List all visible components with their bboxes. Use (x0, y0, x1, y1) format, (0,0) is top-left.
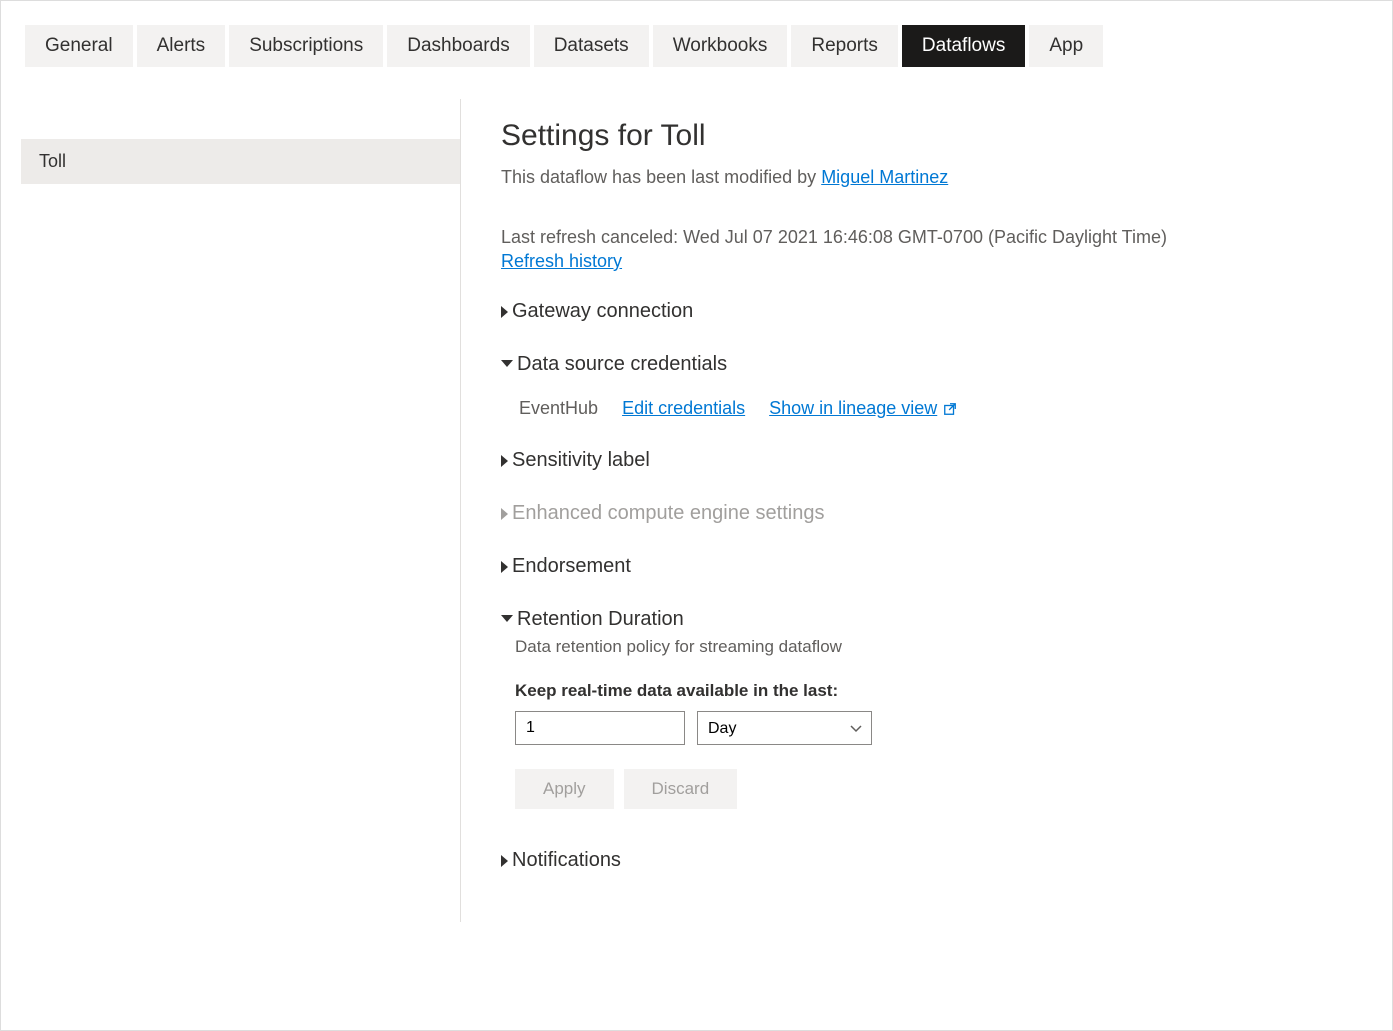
tabs-bar: General Alerts Subscriptions Dashboards … (1, 1, 1392, 67)
section-notifications-title: Notifications (512, 849, 621, 872)
section-sensitivity-header[interactable]: Sensitivity label (501, 449, 1352, 472)
apply-button[interactable]: Apply (515, 769, 614, 809)
tab-dashboards[interactable]: Dashboards (387, 25, 529, 67)
section-gateway-header[interactable]: Gateway connection (501, 300, 1352, 323)
section-credentials-title: Data source credentials (517, 353, 727, 376)
section-compute: Enhanced compute engine settings (501, 502, 1352, 525)
tab-reports[interactable]: Reports (791, 25, 898, 67)
section-retention-title: Retention Duration (517, 608, 684, 631)
retention-unit-select[interactable]: Day (697, 711, 872, 745)
last-refresh-line: Last refresh canceled: Wed Jul 07 2021 1… (501, 224, 1352, 251)
tab-general[interactable]: General (25, 25, 133, 67)
section-gateway-title: Gateway connection (512, 300, 693, 323)
section-compute-title: Enhanced compute engine settings (512, 502, 824, 525)
show-lineage-label: Show in lineage view (769, 398, 937, 419)
tab-alerts[interactable]: Alerts (137, 25, 226, 67)
retention-description: Data retention policy for streaming data… (515, 637, 1352, 657)
tab-workbooks[interactable]: Workbooks (653, 25, 788, 67)
modified-prefix: This dataflow has been last modified by (501, 167, 821, 187)
caret-right-icon (501, 455, 508, 467)
tab-datasets[interactable]: Datasets (534, 25, 649, 67)
content-area: Toll Settings for Toll This dataflow has… (1, 99, 1392, 922)
caret-down-icon (501, 360, 513, 367)
sidebar: Toll (1, 99, 461, 922)
section-credentials: Data source credentials EventHub Edit cr… (501, 353, 1352, 419)
section-endorsement: Endorsement (501, 555, 1352, 578)
page-title: Settings for Toll (501, 119, 1352, 153)
retention-field-label: Keep real-time data available in the las… (515, 681, 1352, 701)
section-endorsement-title: Endorsement (512, 555, 631, 578)
caret-right-icon (501, 855, 508, 867)
caret-right-icon (501, 561, 508, 573)
retention-body: Keep real-time data available in the las… (515, 681, 1352, 809)
modified-by-line: This dataflow has been last modified by … (501, 167, 1352, 188)
caret-right-icon (501, 508, 508, 520)
show-lineage-link[interactable]: Show in lineage view (769, 398, 957, 419)
section-gateway: Gateway connection (501, 300, 1352, 323)
section-notifications: Notifications (501, 849, 1352, 872)
section-retention: Retention Duration Data retention policy… (501, 608, 1352, 809)
tab-app[interactable]: App (1029, 25, 1103, 67)
section-credentials-header[interactable]: Data source credentials (501, 353, 1352, 376)
section-notifications-header[interactable]: Notifications (501, 849, 1352, 872)
caret-down-icon (501, 615, 513, 622)
tab-subscriptions[interactable]: Subscriptions (229, 25, 383, 67)
retention-duration-input[interactable] (515, 711, 685, 745)
tab-dataflows[interactable]: Dataflows (902, 25, 1025, 67)
section-endorsement-header[interactable]: Endorsement (501, 555, 1352, 578)
edit-credentials-link[interactable]: Edit credentials (622, 398, 745, 419)
discard-button[interactable]: Discard (624, 769, 738, 809)
section-credentials-body: EventHub Edit credentials Show in lineag… (519, 398, 1352, 419)
section-compute-header: Enhanced compute engine settings (501, 502, 1352, 525)
section-retention-header[interactable]: Retention Duration (501, 608, 1352, 631)
section-sensitivity: Sensitivity label (501, 449, 1352, 472)
credential-source-name: EventHub (519, 398, 598, 419)
refresh-history-link[interactable]: Refresh history (501, 251, 622, 271)
section-sensitivity-title: Sensitivity label (512, 449, 650, 472)
sidebar-item-toll[interactable]: Toll (21, 139, 460, 184)
main-panel: Settings for Toll This dataflow has been… (461, 99, 1392, 922)
settings-sections: Gateway connection Data source credentia… (501, 300, 1352, 872)
caret-right-icon (501, 306, 508, 318)
external-link-icon (943, 402, 957, 416)
modified-by-link[interactable]: Miguel Martinez (821, 167, 948, 187)
